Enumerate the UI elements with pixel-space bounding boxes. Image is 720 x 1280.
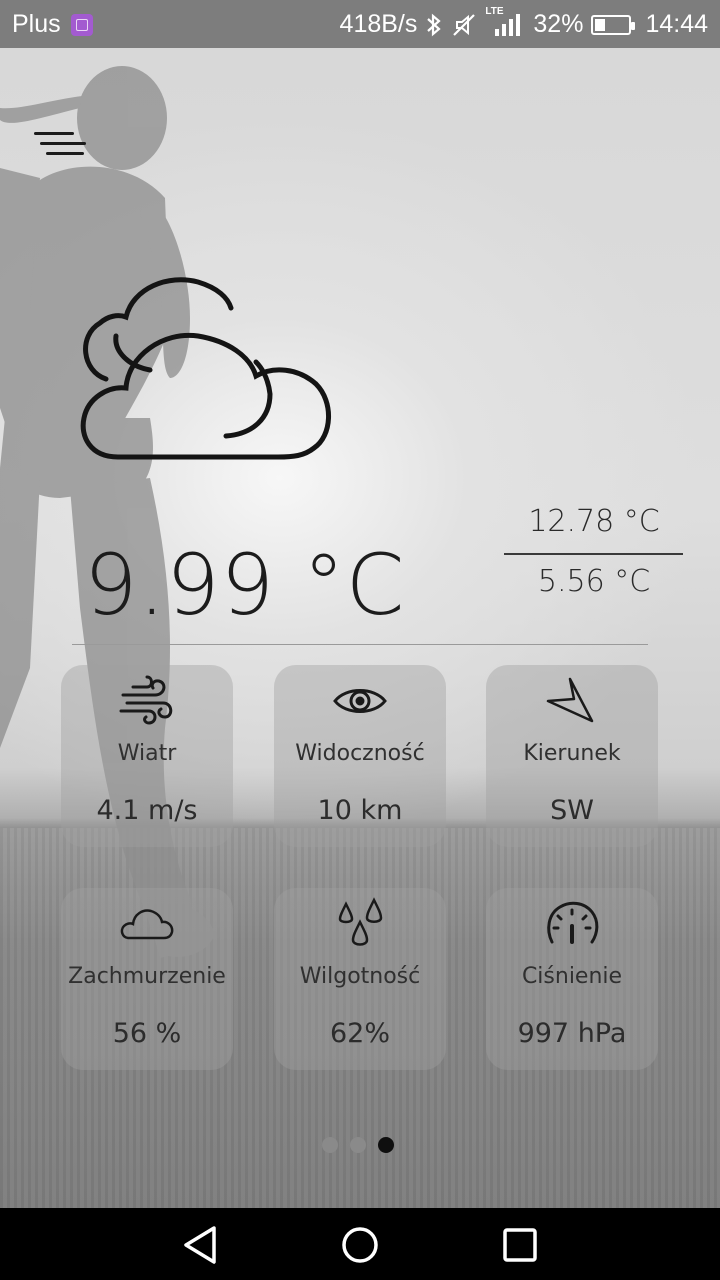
tile-value: SW: [550, 795, 594, 826]
temperature-divider: [504, 553, 683, 555]
tile-cloudiness[interactable]: Zachmurzenie 56 %: [61, 888, 233, 1070]
tile-value: 62%: [329, 1018, 390, 1049]
tile-icon-wrap: [486, 675, 658, 727]
menu-button[interactable]: [34, 132, 86, 164]
tile-visibility[interactable]: Widoczność 10 km: [274, 665, 446, 847]
clock: 14:44: [645, 10, 708, 38]
tile-icon-wrap: [61, 898, 233, 950]
pressure-gauge-icon: [547, 901, 599, 944]
battery-fill: [595, 18, 606, 31]
gallery-notification-icon: [70, 13, 93, 36]
tile-value: 4.1 m/s: [96, 795, 198, 826]
current-temperature: 9.99 °C: [84, 536, 406, 634]
signal-icon: LTE: [485, 6, 525, 38]
tile-icon-wrap: [61, 675, 233, 727]
tile-label: Wilgotność: [299, 964, 421, 989]
tile-label: Ciśnienie: [521, 964, 623, 989]
tile-direction[interactable]: Kierunek SW: [486, 665, 658, 847]
back-button[interactable]: [170, 1222, 230, 1268]
home-button[interactable]: [330, 1222, 390, 1268]
recent-apps-button[interactable]: [490, 1222, 550, 1268]
tile-value: 997 hPa: [517, 1018, 627, 1049]
status-bar-right: 418B/s LTE 32% 14:44: [339, 6, 708, 39]
humidity-drops-icon: [338, 897, 383, 946]
tile-label: Kierunek: [523, 741, 621, 766]
tile-wind[interactable]: Wiatr 4.1 m/s: [61, 665, 233, 847]
page-dot-2[interactable]: [350, 1137, 366, 1153]
page-dot-3-active[interactable]: [378, 1137, 394, 1153]
tile-value: 56 %: [112, 1018, 182, 1049]
page-indicator: [322, 1137, 394, 1153]
tile-icon-wrap: [274, 675, 446, 727]
tile-humidity[interactable]: Wilgotność 62%: [274, 888, 446, 1070]
cloud-icon: [120, 909, 174, 940]
tile-label: Wiatr: [117, 741, 177, 766]
status-bar: Plus 418B/s LTE 32% 14:44: [0, 0, 720, 48]
menu-line-middle: [40, 142, 86, 145]
page-dot-1[interactable]: [322, 1137, 338, 1153]
eye-icon: [333, 689, 387, 713]
bluetooth-icon: [427, 13, 442, 36]
status-bar-left: Plus: [12, 10, 93, 39]
network-speed: 418B/s: [339, 10, 418, 38]
direction-arrow-icon: [546, 677, 594, 723]
tile-icon-wrap: [486, 898, 658, 950]
section-divider: [72, 644, 648, 645]
min-temperature: 5.56 °C: [537, 564, 651, 599]
tile-value: 10 km: [317, 795, 403, 826]
menu-line-bottom: [46, 152, 84, 155]
tile-icon-wrap: [274, 897, 446, 950]
tile-pressure[interactable]: Ciśnienie 997 hPa: [486, 888, 658, 1070]
menu-line-top: [34, 132, 74, 135]
carrier-name: Plus: [12, 10, 61, 38]
cloudy-icon: [80, 277, 331, 460]
navigation-bar: [0, 1208, 720, 1280]
wind-icon: [119, 675, 173, 725]
battery-percent: 32%: [533, 10, 584, 38]
battery-icon: [591, 14, 636, 35]
weather-screen: 9.99 °C 12.78 °C 5.56 °C Wiatr 4.1 m/s W…: [0, 48, 720, 1208]
tile-label: Widoczność: [295, 741, 425, 766]
tile-label: Zachmurzenie: [68, 964, 226, 989]
mute-icon: [453, 13, 476, 36]
max-temperature: 12.78 °C: [528, 504, 660, 539]
